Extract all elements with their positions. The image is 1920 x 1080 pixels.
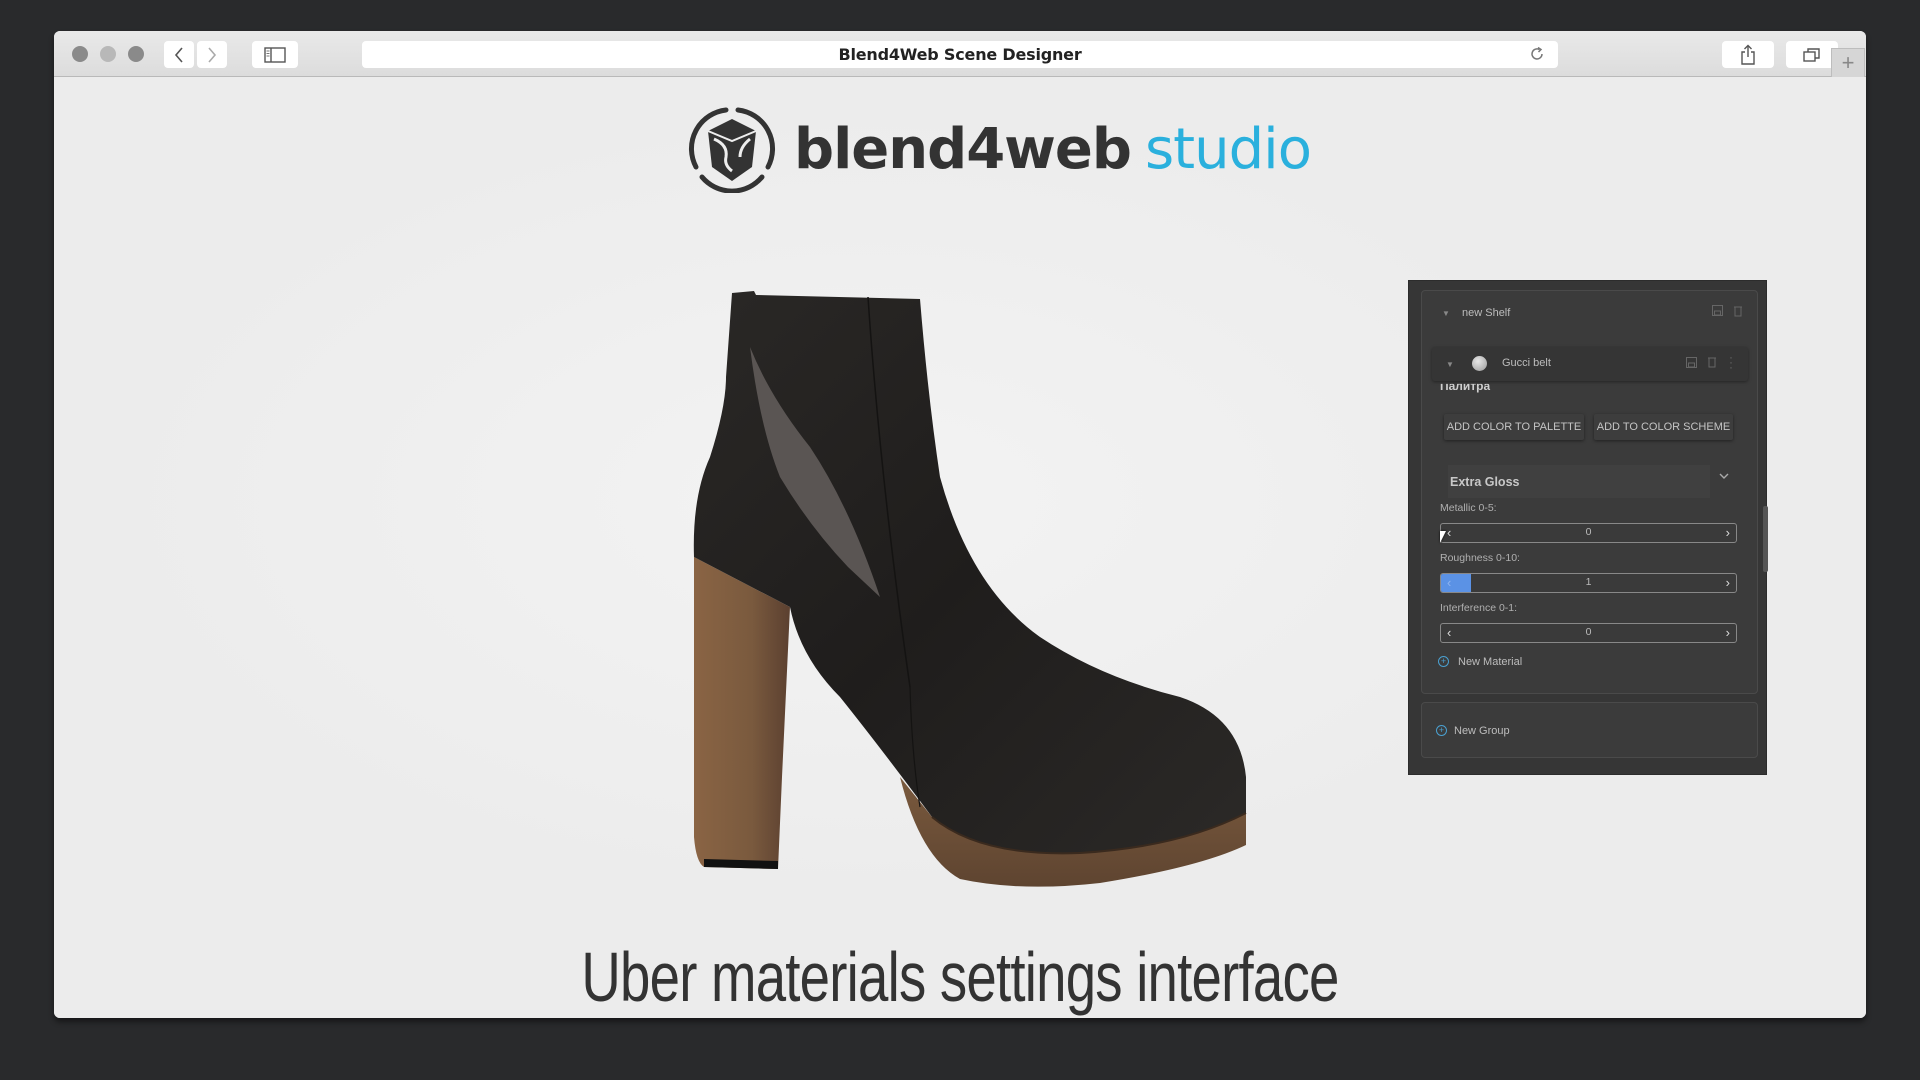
add-to-color-scheme-button[interactable]: ADD TO COLOR SCHEME <box>1594 414 1733 440</box>
metallic-slider[interactable]: ‹ 0 › <box>1440 523 1737 543</box>
logo-product: studio <box>1144 116 1312 182</box>
roughness-slider[interactable]: ‹ 1 › <box>1440 573 1737 593</box>
new-group-label: New Group <box>1454 725 1510 737</box>
save-icon[interactable] <box>1712 305 1723 319</box>
reload-icon[interactable] <box>1528 45 1546 68</box>
shelf-name: new Shelf <box>1462 307 1511 319</box>
new-material-label: New Material <box>1458 656 1523 668</box>
save-icon[interactable] <box>1686 357 1697 371</box>
material-item[interactable]: ▼ Gucci belt · · · <box>1432 347 1748 381</box>
roughness-label: Roughness 0-10: <box>1440 552 1520 564</box>
tabs-icon <box>1803 47 1820 62</box>
minimize-window-button[interactable] <box>100 46 116 62</box>
chevron-right-icon[interactable]: › <box>1726 525 1730 540</box>
metallic-label: Metallic 0-5: <box>1440 502 1497 514</box>
new-material-button[interactable]: + New Material <box>1438 654 1578 672</box>
caret-down-icon[interactable]: ▼ <box>1446 360 1454 369</box>
chevron-right-icon[interactable]: › <box>1726 625 1730 640</box>
heel <box>694 557 790 869</box>
trash-icon[interactable] <box>1733 305 1743 320</box>
forward-button[interactable] <box>197 41 227 68</box>
add-color-to-palette-button[interactable]: ADD COLOR TO PALETTE <box>1444 414 1584 440</box>
plus-circle-icon: + <box>1436 725 1447 736</box>
slider-value: 1 <box>1585 576 1592 588</box>
interference-slider[interactable]: ‹ 0 › <box>1440 623 1737 643</box>
browser-toolbar: Blend4Web Scene Designer + <box>54 31 1866 77</box>
materials-panel: ▼ new Shelf ▼ Gucci belt · · · Палитра ADD… <box>1408 280 1767 775</box>
new-group-button[interactable]: + New Group <box>1436 723 1576 741</box>
shelf-section: ▼ new Shelf ▼ Gucci belt · · · Палитра ADD… <box>1421 290 1758 694</box>
logo-brand: blend4web <box>794 116 1132 182</box>
share-icon <box>1741 44 1755 65</box>
sidebar-icon <box>264 46 286 63</box>
page-title: Blend4Web Scene Designer <box>838 45 1082 64</box>
material-preview-sphere <box>1472 356 1487 371</box>
logo: blend4web studio <box>688 105 1312 193</box>
plus-icon: + <box>1841 50 1855 75</box>
preset-select[interactable]: Extra Gloss <box>1448 465 1710 498</box>
material-name: Gucci belt <box>1502 357 1551 369</box>
logo-text: blend4web studio <box>794 116 1312 182</box>
palette-label: Палитра <box>1440 379 1491 393</box>
mouse-cursor-icon <box>1440 531 1446 543</box>
close-window-button[interactable] <box>72 46 88 62</box>
interference-label: Interference 0-1: <box>1440 602 1518 614</box>
caret-down-icon[interactable]: ▼ <box>1442 309 1450 318</box>
chevron-right-icon <box>208 46 217 63</box>
share-button[interactable] <box>1722 41 1774 68</box>
sidebar-toggle-button[interactable] <box>252 41 298 68</box>
blend4web-logo-icon <box>688 107 776 193</box>
chevron-down-icon[interactable] <box>1719 469 1729 483</box>
back-button[interactable] <box>164 41 194 68</box>
video-caption: Uber materials settings interface <box>581 938 1339 1016</box>
trash-icon[interactable] <box>1707 356 1717 371</box>
more-options-icon[interactable]: · · · <box>1729 351 1733 373</box>
chevron-left-icon <box>174 46 183 63</box>
zoom-window-button[interactable] <box>128 46 144 62</box>
chevron-right-icon[interactable]: › <box>1726 575 1730 590</box>
slider-value: 0 <box>1585 626 1592 638</box>
slider-value: 0 <box>1585 526 1592 538</box>
new-tab-button[interactable]: + <box>1831 48 1865 77</box>
address-bar[interactable]: Blend4Web Scene Designer <box>362 41 1558 68</box>
plus-circle-icon: + <box>1438 656 1449 667</box>
new-group-section: + New Group <box>1421 702 1758 758</box>
panel-scrollbar[interactable] <box>1763 506 1768 572</box>
shoe-3d-viewport[interactable] <box>680 277 1310 897</box>
shelf-header[interactable]: ▼ new Shelf <box>1422 305 1757 325</box>
